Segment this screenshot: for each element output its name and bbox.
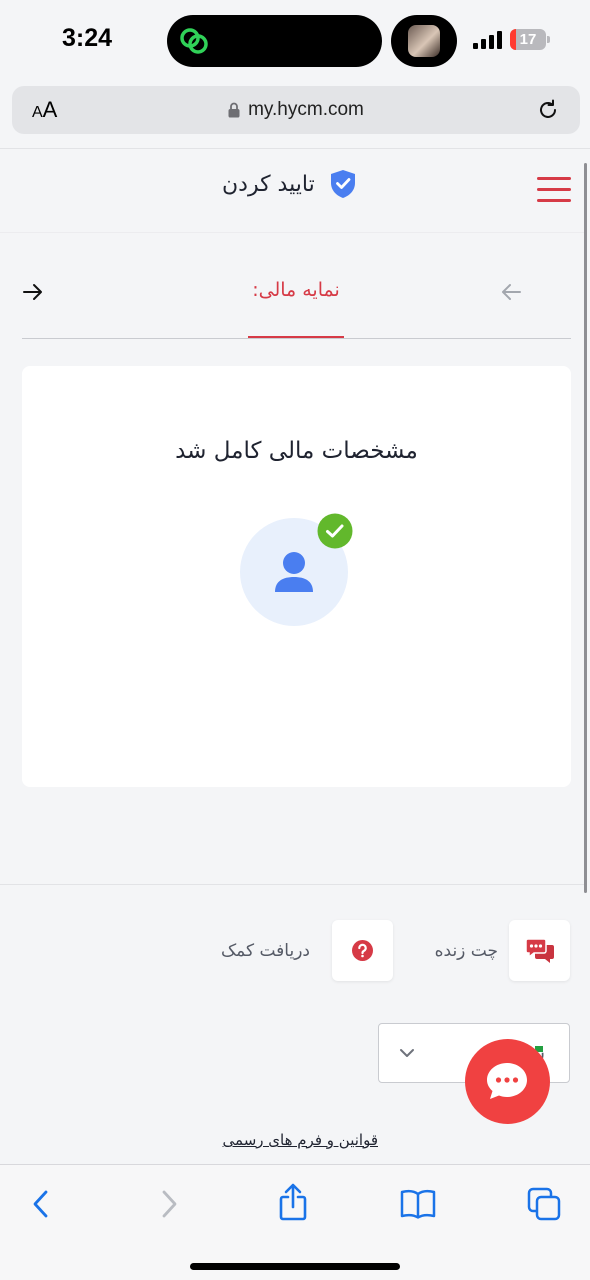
link-icon bbox=[180, 28, 208, 54]
step-navigation: نمایه مالی: bbox=[22, 269, 571, 339]
site-header: تایید کردن bbox=[0, 149, 584, 233]
share-icon[interactable] bbox=[278, 1183, 308, 1221]
page-title-group: تایید کردن bbox=[222, 167, 357, 201]
forward-icon[interactable] bbox=[156, 1187, 182, 1221]
home-indicator bbox=[190, 1263, 400, 1270]
url-field[interactable]: my.hycm.com bbox=[12, 86, 580, 134]
live-chat-button[interactable] bbox=[509, 920, 570, 981]
page-footer: چت زنده دریافت کمک سی قوانین و فرم bbox=[0, 884, 584, 1164]
signal-icon bbox=[473, 31, 502, 49]
dynamic-island[interactable] bbox=[167, 15, 382, 67]
status-time: 3:24 bbox=[62, 24, 113, 52]
page-scrollbar[interactable] bbox=[584, 163, 587, 893]
arrow-right-icon[interactable] bbox=[22, 281, 44, 303]
reload-icon[interactable] bbox=[536, 98, 560, 122]
media-thumbnail bbox=[408, 25, 440, 57]
menu-icon[interactable] bbox=[537, 177, 571, 203]
completion-card: مشخصات مالی کامل شد bbox=[22, 366, 571, 787]
battery-icon: 17 bbox=[510, 29, 550, 50]
battery-level: 17 bbox=[519, 31, 537, 48]
status-bar: 3:24 17 bbox=[0, 0, 590, 80]
active-step-indicator bbox=[248, 336, 344, 338]
arrow-left-icon[interactable] bbox=[500, 281, 522, 303]
live-activity-media[interactable] bbox=[391, 15, 457, 67]
question-icon bbox=[352, 940, 373, 961]
chat-fab-button[interactable] bbox=[465, 1039, 550, 1124]
page-title: تایید کردن bbox=[222, 171, 315, 197]
shield-check-icon bbox=[330, 170, 355, 198]
bookmarks-icon[interactable] bbox=[400, 1189, 436, 1219]
help-button[interactable] bbox=[332, 920, 393, 981]
help-label[interactable]: دریافت کمک bbox=[190, 941, 310, 961]
chat-bubbles-icon bbox=[525, 938, 554, 963]
safari-toolbar bbox=[0, 1164, 590, 1280]
address-bar[interactable]: AA my.hycm.com bbox=[12, 86, 580, 134]
web-page: تایید کردن نمایه مالی: مشخصات مالی کامل … bbox=[0, 148, 590, 1164]
completion-title: مشخصات مالی کامل شد bbox=[175, 438, 418, 464]
chevron-down-icon bbox=[400, 1049, 414, 1057]
chat-fab-icon bbox=[487, 1063, 527, 1099]
live-chat-label[interactable]: چت زنده bbox=[408, 941, 498, 961]
lock-icon bbox=[228, 102, 240, 118]
tabs-icon[interactable] bbox=[527, 1187, 561, 1221]
terms-link[interactable]: قوانین و فرم های رسمی bbox=[178, 1131, 378, 1149]
check-badge-icon bbox=[317, 513, 353, 549]
url-text: my.hycm.com bbox=[248, 99, 364, 120]
user-icon bbox=[275, 552, 313, 592]
step-title: نمایه مالی: bbox=[252, 279, 340, 301]
back-icon[interactable] bbox=[28, 1187, 54, 1221]
